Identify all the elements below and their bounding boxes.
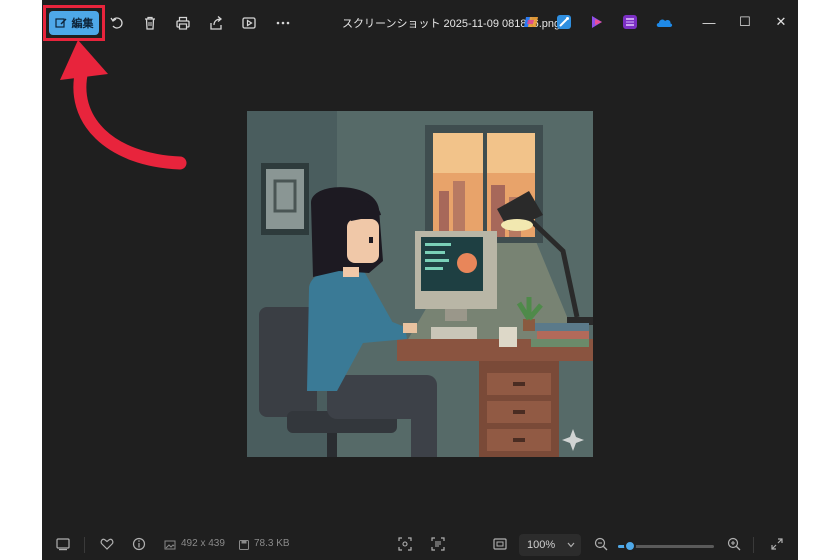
zoom-in-icon[interactable] [725,535,743,553]
favorite-heart-icon[interactable] [98,535,116,553]
zoom-slider[interactable] [618,540,714,552]
file-size: 78.3 KB [254,538,290,549]
zoom-slider-knob[interactable] [624,540,636,552]
photos-editor-icon[interactable] [556,14,572,30]
photo-image [247,111,593,457]
separator [84,537,85,553]
highlight-box [43,5,105,41]
more-icon[interactable] [272,12,294,34]
file-name: スクリーンショット 2025-11-09 081816.png [342,18,561,30]
delete-icon[interactable] [139,12,161,34]
separator [753,537,754,553]
title-bar: 編集 スクリーンショット 2025-11-09 081816.png — ☐ ✕ [42,0,798,44]
zoom-dropdown[interactable]: 100% [519,534,581,556]
bottom-bar: 492 x 439 78.3 KB 100% [42,528,798,560]
onedrive-icon[interactable] [655,14,673,30]
rotate-icon[interactable] [106,12,128,34]
minimize-button[interactable]: — [694,10,724,34]
filmstrip-icon[interactable] [54,535,72,553]
crop-icon[interactable] [396,535,414,553]
zoom-value: 100% [527,539,556,551]
slideshow-icon[interactable] [238,12,260,34]
print-icon[interactable] [172,12,194,34]
chevron-down-icon [567,542,575,548]
photos-window: 編集 スクリーンショット 2025-11-09 081816.png — ☐ ✕… [42,0,798,560]
clipchamp-icon[interactable] [589,14,605,30]
image-dimensions: 492 x 439 [181,538,225,549]
maximize-button[interactable]: ☐ [730,10,760,34]
zoom-out-icon[interactable] [592,535,610,553]
share-icon[interactable] [205,12,227,34]
close-button[interactable]: ✕ [766,10,796,34]
onenote-icon[interactable] [622,14,638,30]
copilot-icon[interactable] [523,14,539,30]
image-size-icon [164,540,176,550]
scan-text-icon[interactable] [429,535,447,553]
info-icon[interactable] [130,535,148,553]
fullscreen-icon[interactable] [768,535,786,553]
fit-to-window-icon[interactable] [491,535,509,553]
file-size-icon [239,540,249,550]
